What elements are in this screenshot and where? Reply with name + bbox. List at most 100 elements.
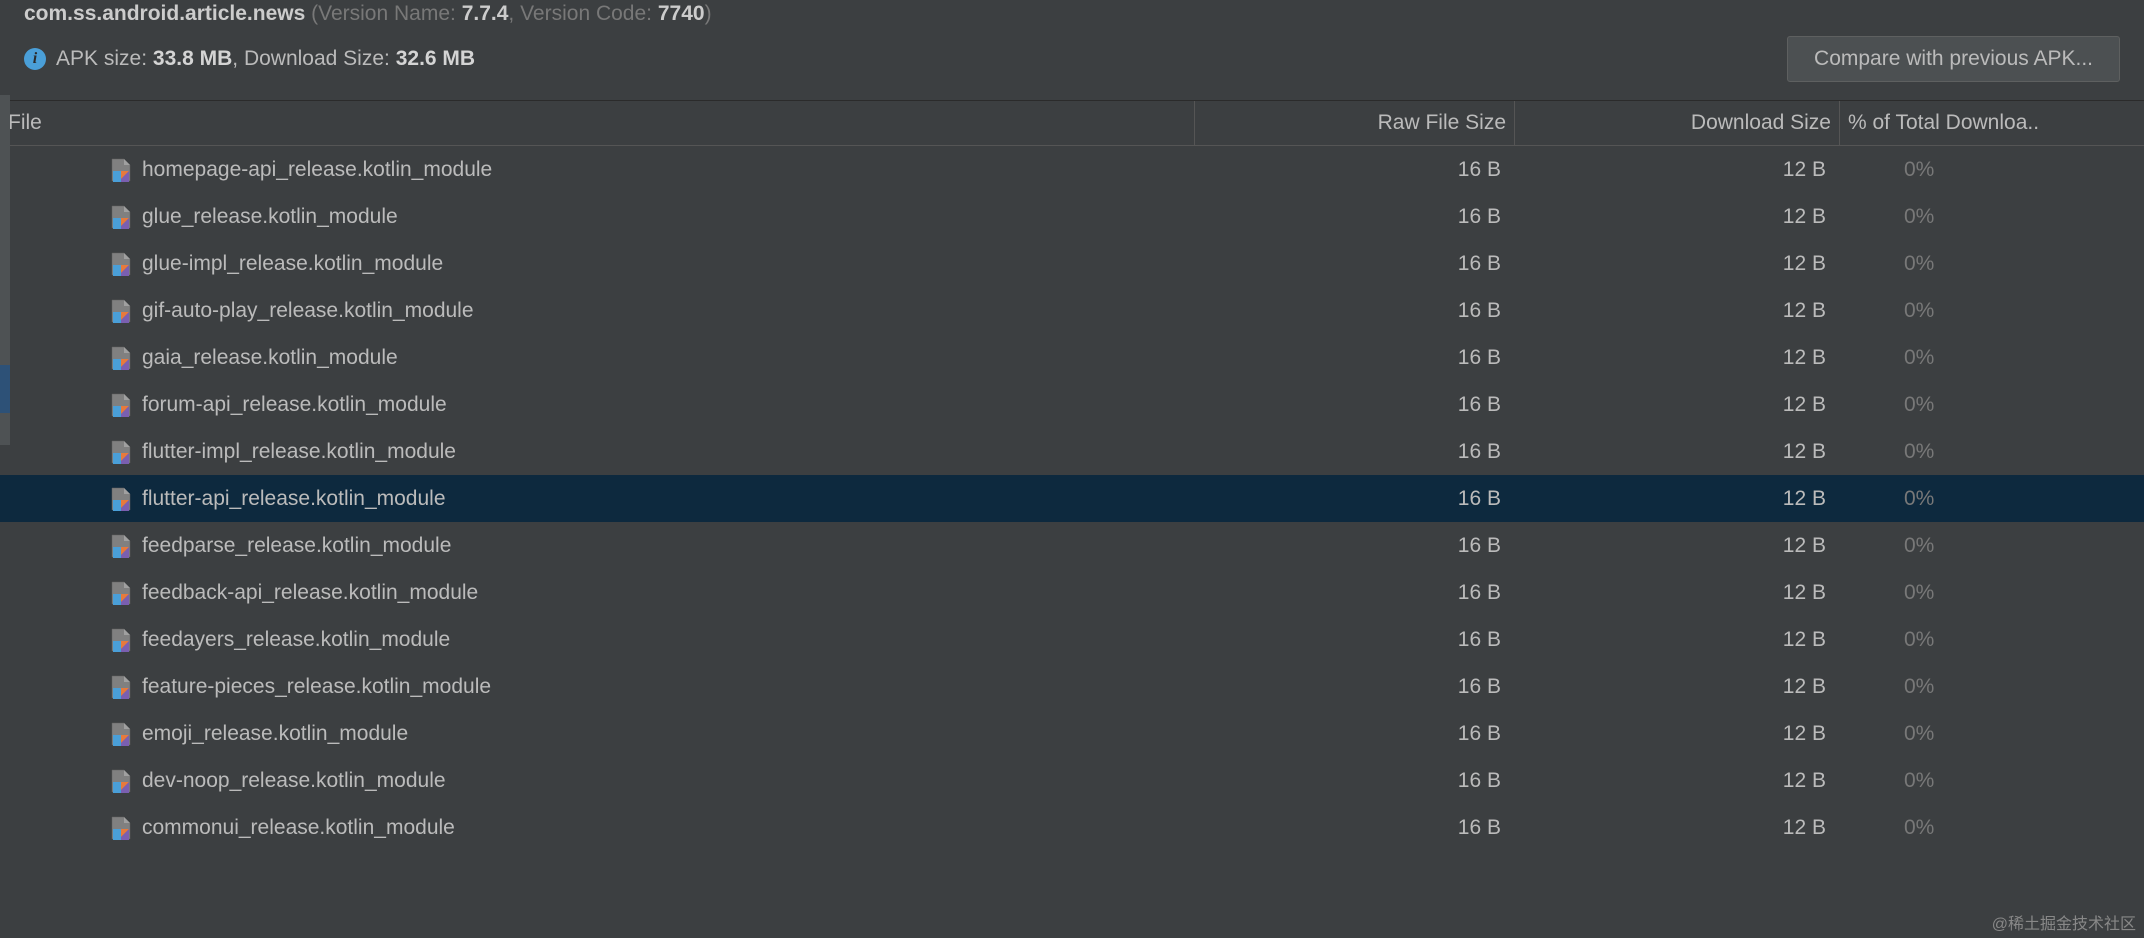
- file-name: homepage-api_release.kotlin_module: [142, 158, 492, 182]
- percent-cell: 0%: [1840, 581, 2144, 605]
- percent-cell: 0%: [1840, 675, 2144, 699]
- percent-cell: 0%: [1840, 722, 2144, 746]
- file-name: flutter-impl_release.kotlin_module: [142, 440, 456, 464]
- table-row[interactable]: feature-pieces_release.kotlin_module 16 …: [0, 663, 2144, 710]
- apk-info-row: i APK size: 33.8 MB, Download Size: 32.6…: [0, 28, 2144, 101]
- raw-size-cell: 16 B: [1195, 158, 1515, 182]
- file-name: feedparse_release.kotlin_module: [142, 534, 451, 558]
- file-cell: homepage-api_release.kotlin_module: [0, 157, 1195, 183]
- download-size-cell: 12 B: [1515, 252, 1840, 276]
- raw-size-cell: 16 B: [1195, 628, 1515, 652]
- header-file[interactable]: File: [0, 101, 1195, 145]
- raw-size-cell: 16 B: [1195, 440, 1515, 464]
- percent-cell: 0%: [1840, 158, 2144, 182]
- kotlin-module-icon: [110, 815, 132, 841]
- table-row[interactable]: glue_release.kotlin_module 16 B 12 B 0%: [0, 193, 2144, 240]
- percent-cell: 0%: [1840, 252, 2144, 276]
- table-row[interactable]: homepage-api_release.kotlin_module 16 B …: [0, 146, 2144, 193]
- table-row[interactable]: forum-api_release.kotlin_module 16 B 12 …: [0, 381, 2144, 428]
- download-size-cell: 12 B: [1515, 722, 1840, 746]
- table-row[interactable]: commonui_release.kotlin_module 16 B 12 B…: [0, 804, 2144, 851]
- kotlin-module-icon: [110, 721, 132, 747]
- table-row[interactable]: flutter-api_release.kotlin_module 16 B 1…: [0, 475, 2144, 522]
- percent-cell: 0%: [1840, 346, 2144, 370]
- kotlin-module-icon: [110, 627, 132, 653]
- file-cell: emoji_release.kotlin_module: [0, 721, 1195, 747]
- kotlin-module-icon: [110, 392, 132, 418]
- file-cell: commonui_release.kotlin_module: [0, 815, 1195, 841]
- raw-size-cell: 16 B: [1195, 205, 1515, 229]
- table-row[interactable]: flutter-impl_release.kotlin_module 16 B …: [0, 428, 2144, 475]
- compare-previous-apk-button[interactable]: Compare with previous APK...: [1787, 36, 2120, 82]
- file-cell: flutter-impl_release.kotlin_module: [0, 439, 1195, 465]
- file-name: forum-api_release.kotlin_module: [142, 393, 447, 417]
- kotlin-module-icon: [110, 204, 132, 230]
- percent-cell: 0%: [1840, 440, 2144, 464]
- raw-size-cell: 16 B: [1195, 581, 1515, 605]
- info-icon: i: [24, 48, 46, 70]
- raw-size-cell: 16 B: [1195, 346, 1515, 370]
- file-name: feedback-api_release.kotlin_module: [142, 581, 478, 605]
- file-name: feature-pieces_release.kotlin_module: [142, 675, 491, 699]
- apk-info-left: i APK size: 33.8 MB, Download Size: 32.6…: [24, 47, 475, 71]
- table-row[interactable]: gif-auto-play_release.kotlin_module 16 B…: [0, 287, 2144, 334]
- file-cell: flutter-api_release.kotlin_module: [0, 486, 1195, 512]
- download-size-cell: 12 B: [1515, 675, 1840, 699]
- download-size-cell: 12 B: [1515, 346, 1840, 370]
- file-name: feedayers_release.kotlin_module: [142, 628, 450, 652]
- kotlin-module-icon: [110, 251, 132, 277]
- file-cell: forum-api_release.kotlin_module: [0, 392, 1195, 418]
- download-size-cell: 12 B: [1515, 581, 1840, 605]
- percent-cell: 0%: [1840, 205, 2144, 229]
- raw-size-cell: 16 B: [1195, 816, 1515, 840]
- table-row[interactable]: feedback-api_release.kotlin_module 16 B …: [0, 569, 2144, 616]
- table-row[interactable]: feedayers_release.kotlin_module 16 B 12 …: [0, 616, 2144, 663]
- kotlin-module-icon: [110, 580, 132, 606]
- percent-cell: 0%: [1840, 628, 2144, 652]
- download-size-cell: 12 B: [1515, 393, 1840, 417]
- file-name: dev-noop_release.kotlin_module: [142, 769, 446, 793]
- apk-info-text: APK size: 33.8 MB, Download Size: 32.6 M…: [56, 47, 475, 71]
- package-info: com.ss.android.article.news (Version Nam…: [0, 0, 2144, 28]
- kotlin-module-icon: [110, 533, 132, 559]
- kotlin-module-icon: [110, 157, 132, 183]
- header-percent[interactable]: % of Total Downloa..: [1840, 101, 2144, 145]
- header-raw-size[interactable]: Raw File Size: [1195, 101, 1515, 145]
- table-row[interactable]: emoji_release.kotlin_module 16 B 12 B 0%: [0, 710, 2144, 757]
- raw-size-cell: 16 B: [1195, 534, 1515, 558]
- file-name: emoji_release.kotlin_module: [142, 722, 408, 746]
- download-size-cell: 12 B: [1515, 628, 1840, 652]
- header-download-size[interactable]: Download Size: [1515, 101, 1840, 145]
- percent-cell: 0%: [1840, 393, 2144, 417]
- file-name: gif-auto-play_release.kotlin_module: [142, 299, 474, 323]
- percent-cell: 0%: [1840, 769, 2144, 793]
- file-name: gaia_release.kotlin_module: [142, 346, 398, 370]
- file-cell: glue-impl_release.kotlin_module: [0, 251, 1195, 277]
- file-cell: feedparse_release.kotlin_module: [0, 533, 1195, 559]
- table-row[interactable]: dev-noop_release.kotlin_module 16 B 12 B…: [0, 757, 2144, 804]
- file-name: glue-impl_release.kotlin_module: [142, 252, 443, 276]
- file-cell: feedayers_release.kotlin_module: [0, 627, 1195, 653]
- kotlin-module-icon: [110, 768, 132, 794]
- table-body: homepage-api_release.kotlin_module 16 B …: [0, 146, 2144, 851]
- percent-cell: 0%: [1840, 299, 2144, 323]
- file-name: commonui_release.kotlin_module: [142, 816, 455, 840]
- raw-size-cell: 16 B: [1195, 252, 1515, 276]
- download-size-cell: 12 B: [1515, 534, 1840, 558]
- kotlin-module-icon: [110, 298, 132, 324]
- raw-size-cell: 16 B: [1195, 393, 1515, 417]
- file-cell: feature-pieces_release.kotlin_module: [0, 674, 1195, 700]
- raw-size-cell: 16 B: [1195, 722, 1515, 746]
- percent-cell: 0%: [1840, 487, 2144, 511]
- download-size-cell: 12 B: [1515, 440, 1840, 464]
- table-row[interactable]: feedparse_release.kotlin_module 16 B 12 …: [0, 522, 2144, 569]
- kotlin-module-icon: [110, 674, 132, 700]
- table-row[interactable]: gaia_release.kotlin_module 16 B 12 B 0%: [0, 334, 2144, 381]
- percent-cell: 0%: [1840, 816, 2144, 840]
- table-row[interactable]: glue-impl_release.kotlin_module 16 B 12 …: [0, 240, 2144, 287]
- download-size-cell: 12 B: [1515, 769, 1840, 793]
- download-size-cell: 12 B: [1515, 299, 1840, 323]
- raw-size-cell: 16 B: [1195, 299, 1515, 323]
- kotlin-module-icon: [110, 486, 132, 512]
- download-size-cell: 12 B: [1515, 816, 1840, 840]
